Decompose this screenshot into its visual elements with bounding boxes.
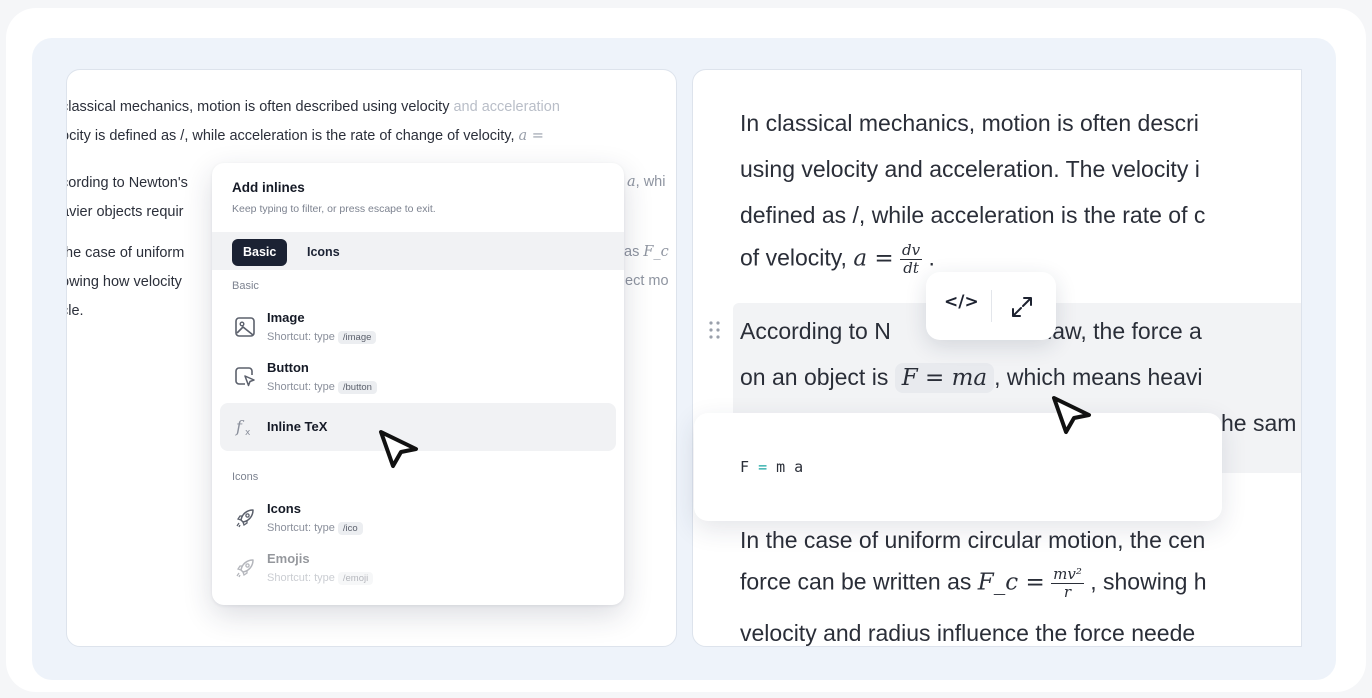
- menu-subtitle: Keep typing to filter, or press escape t…: [232, 203, 436, 215]
- expand-icon[interactable]: [1009, 294, 1035, 320]
- menu-title: Add inlines: [232, 180, 305, 195]
- left-side-1: a, whi: [627, 174, 666, 190]
- inline-tex-chip[interactable]: F = ma: [894, 363, 995, 393]
- menu-item-label: Image: [267, 310, 305, 325]
- menu-tabs: Basic Icons: [212, 232, 624, 270]
- drag-handle-icon[interactable]: [708, 320, 722, 340]
- section-icons-label: Icons: [232, 471, 259, 483]
- menu-item-button[interactable]: Button Shortcut: type/button: [220, 353, 616, 401]
- menu-item-label: Inline TeX: [267, 419, 328, 434]
- para1-line-3: defined as /, while acceleration is the …: [740, 202, 1206, 228]
- menu-item-shortcut: Shortcut: type/emoji: [267, 572, 374, 585]
- toolbar-divider: [991, 290, 992, 322]
- tab-icons[interactable]: Icons: [296, 239, 351, 266]
- menu-item-label: Emojis: [267, 551, 310, 566]
- add-inlines-menu: Add inlines Keep typing to filter, or pr…: [212, 163, 624, 605]
- para3-line-3: velocity and radius influence the force …: [740, 620, 1196, 646]
- svg-text:f: f: [235, 417, 245, 436]
- para3-line-1: In the case of uniform circular motion, …: [740, 527, 1206, 553]
- svg-text:x: x: [245, 428, 251, 438]
- tab-basic[interactable]: Basic: [232, 239, 288, 266]
- para1-line-2: using velocity and acceleration. The vel…: [740, 156, 1200, 182]
- menu-item-label: Icons: [267, 501, 301, 516]
- fraction-mv2-r: mv² r: [1051, 565, 1084, 601]
- menu-item-emojis[interactable]: Emojis Shortcut: type/emoji: [220, 544, 616, 592]
- para3-line-2: force can be written as F_c = mv² r , sho…: [740, 565, 1207, 601]
- tex-source-code[interactable]: F = m a: [740, 458, 803, 476]
- menu-item-icons[interactable]: Icons Shortcut: type/ico: [220, 494, 616, 542]
- left-line-1: classical mechanics, motion is often des…: [66, 99, 560, 115]
- menu-item-image[interactable]: Image Shortcut: type/image: [220, 303, 616, 351]
- para1-line-4: of velocity, a = dv dt .: [740, 241, 935, 277]
- left-line-2: ocity is defined as /, while acceleratio…: [66, 128, 544, 144]
- right-editor-panel[interactable]: In classical mechanics, motion is often …: [692, 69, 1302, 647]
- menu-item-shortcut: Shortcut: type/ico: [267, 522, 363, 535]
- para1-line-1: In classical mechanics, motion is often …: [740, 110, 1199, 136]
- button-icon: [235, 367, 255, 387]
- section-basic-label: Basic: [232, 280, 259, 292]
- code-view-button[interactable]: </>: [944, 292, 979, 312]
- rocket-icon: [236, 509, 254, 528]
- menu-item-label: Button: [267, 360, 309, 375]
- menu-item-shortcut: Shortcut: type/image: [267, 331, 377, 344]
- tex-source-editor[interactable]: F = m a: [694, 413, 1222, 521]
- left-side-3: ect mo: [625, 273, 669, 289]
- menu-item-shortcut: Shortcut: type/button: [267, 381, 377, 394]
- image-icon: [235, 317, 255, 337]
- rocket-icon: [236, 559, 254, 578]
- para2-line-2: on an object is F = ma, which means heav…: [740, 363, 1203, 393]
- fraction-dv-dt: dv dt: [900, 241, 923, 277]
- function-icon: fx: [235, 417, 251, 438]
- tex-toolbar: </>: [926, 272, 1056, 340]
- para2-line-3-tail: he sam: [1221, 410, 1297, 436]
- mouse-cursor-icon: [1052, 396, 1091, 434]
- left-side-2: as F_c: [624, 244, 669, 260]
- mouse-cursor-icon: [379, 430, 418, 468]
